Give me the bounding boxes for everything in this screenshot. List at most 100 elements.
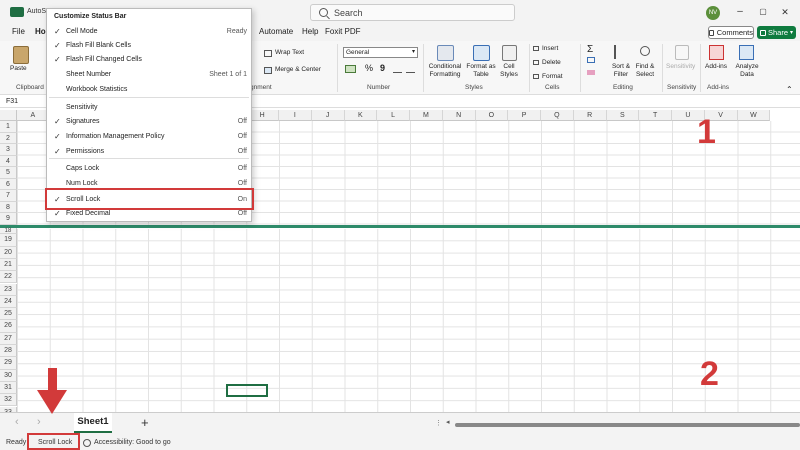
- menu-item[interactable]: ✓ Signatures Off: [47, 115, 251, 128]
- column-header[interactable]: S: [606, 110, 640, 121]
- name-box[interactable]: F31: [6, 98, 18, 105]
- scroll-lock-highlight-box: [45, 188, 254, 210]
- autosum-icon[interactable]: Σ: [587, 44, 593, 55]
- menu-item[interactable]: ✓ Flash Fill Blank Cells: [47, 39, 251, 52]
- share-button[interactable]: Share ▾: [757, 26, 796, 39]
- menu-item[interactable]: Sensitivity: [47, 101, 251, 114]
- wrap-text-button[interactable]: Wrap Text: [275, 49, 304, 57]
- add-ins-button[interactable]: Add-ins: [705, 63, 727, 71]
- tab-foxit-pdf[interactable]: Foxit PDF: [325, 27, 361, 36]
- row-header[interactable]: 19: [0, 234, 17, 247]
- row-header[interactable]: 8: [0, 201, 17, 213]
- fill-icon[interactable]: [587, 57, 595, 63]
- search-input[interactable]: Search: [310, 4, 515, 21]
- prev-sheet-icon[interactable]: ‹: [15, 416, 19, 428]
- row-header[interactable]: 22: [0, 271, 17, 284]
- column-header[interactable]: O: [475, 110, 509, 121]
- menu-item[interactable]: ✓ Permissions Off: [47, 145, 251, 158]
- scroll-left-icon[interactable]: ◂: [446, 418, 450, 426]
- column-header[interactable]: Q: [541, 110, 574, 121]
- row-header[interactable]: 28: [0, 345, 17, 358]
- tab-home[interactable]: Ho: [35, 27, 46, 36]
- row-header[interactable]: 29: [0, 357, 17, 370]
- tab-options-icon[interactable]: ⋮: [435, 419, 442, 427]
- select-all-corner[interactable]: [0, 110, 17, 121]
- conditional-formatting-button[interactable]: Conditional Formatting: [426, 63, 464, 79]
- row-header[interactable]: 18: [0, 228, 17, 234]
- currency-icon[interactable]: [345, 65, 356, 73]
- row-header[interactable]: 6: [0, 178, 17, 190]
- column-header[interactable]: A: [17, 110, 50, 121]
- percent-icon[interactable]: %: [365, 63, 373, 73]
- menu-item[interactable]: Sheet Number Sheet 1 of 1: [47, 68, 251, 81]
- number-format-select[interactable]: General ▾: [343, 47, 418, 58]
- insert-button[interactable]: Insert: [542, 45, 558, 53]
- column-header[interactable]: J: [311, 110, 345, 121]
- column-header[interactable]: W: [737, 110, 771, 121]
- row-header[interactable]: 1: [0, 121, 17, 133]
- column-header[interactable]: P: [508, 110, 541, 121]
- tab-automate[interactable]: Automate: [259, 27, 293, 36]
- minimize-button[interactable]: –: [733, 5, 747, 19]
- freeze-pane-divider[interactable]: [0, 225, 800, 228]
- add-sheet-button[interactable]: +: [141, 415, 149, 430]
- horizontal-scrollbar[interactable]: [455, 423, 800, 427]
- row-header[interactable]: 27: [0, 332, 17, 345]
- increase-decimal-icon[interactable]: [393, 65, 402, 73]
- row-header[interactable]: 23: [0, 283, 17, 296]
- grid-scroll-pane[interactable]: [17, 229, 800, 412]
- menu-item[interactable]: ✓ Cell Mode Ready: [47, 25, 251, 38]
- analyze-data-button[interactable]: Analyze Data: [733, 63, 761, 79]
- column-header[interactable]: M: [410, 110, 443, 121]
- row-header[interactable]: 2: [0, 132, 17, 144]
- row-header[interactable]: 4: [0, 155, 17, 167]
- row-header[interactable]: 32: [0, 394, 17, 407]
- menu-item[interactable]: Caps Lock Off: [47, 162, 251, 175]
- column-header[interactable]: L: [377, 110, 410, 121]
- next-sheet-icon[interactable]: ›: [37, 416, 41, 428]
- delete-button[interactable]: Delete: [542, 59, 561, 67]
- red-arrow-icon: [48, 368, 57, 392]
- menu-item[interactable]: ✓ Information Management Policy Off: [47, 130, 251, 143]
- tab-help[interactable]: Help: [302, 27, 318, 36]
- column-header[interactable]: R: [573, 110, 607, 121]
- row-header[interactable]: 3: [0, 144, 17, 156]
- column-header[interactable]: T: [639, 110, 672, 121]
- paste-label[interactable]: Paste: [10, 65, 27, 73]
- close-button[interactable]: ✕: [778, 5, 792, 19]
- paste-icon[interactable]: [13, 46, 29, 64]
- maximize-button[interactable]: ▢: [756, 5, 770, 19]
- format-as-table-button[interactable]: Format as Table: [465, 63, 497, 79]
- merge-center-button[interactable]: Merge & Center: [275, 66, 321, 74]
- avatar[interactable]: NV: [706, 6, 720, 20]
- row-header[interactable]: 7: [0, 190, 17, 202]
- menu-item[interactable]: Workbook Statistics: [47, 83, 251, 96]
- status-accessibility[interactable]: Accessibility: Good to go: [94, 439, 171, 446]
- format-button[interactable]: Format: [542, 73, 563, 81]
- find-select-button[interactable]: Find & Select: [632, 63, 658, 79]
- cell-styles-button[interactable]: Cell Styles: [496, 63, 522, 79]
- row-header[interactable]: 21: [0, 258, 17, 272]
- row-header[interactable]: 30: [0, 369, 17, 382]
- comma-style-icon[interactable]: 9: [380, 63, 385, 73]
- row-header[interactable]: 31: [0, 381, 17, 395]
- decrease-decimal-icon[interactable]: [406, 65, 415, 73]
- sensitivity-button[interactable]: Sensitivity: [666, 63, 695, 71]
- selected-cell[interactable]: [226, 384, 268, 397]
- row-header[interactable]: 20: [0, 246, 17, 259]
- tab-sheet1[interactable]: Sheet1: [74, 413, 112, 433]
- comments-button[interactable]: Comments: [708, 26, 754, 39]
- column-header[interactable]: N: [442, 110, 476, 121]
- row-header[interactable]: 25: [0, 308, 17, 321]
- row-header[interactable]: 5: [0, 167, 17, 179]
- tab-file[interactable]: File: [12, 27, 25, 36]
- sort-filter-button[interactable]: Sort & Filter: [608, 63, 634, 79]
- row-header[interactable]: 26: [0, 320, 17, 333]
- collapse-ribbon-icon[interactable]: ⌃: [786, 85, 793, 94]
- column-header[interactable]: I: [279, 110, 312, 121]
- row-header[interactable]: 24: [0, 295, 17, 309]
- menu-item[interactable]: ✓ Flash Fill Changed Cells: [47, 53, 251, 66]
- clear-icon[interactable]: [587, 70, 595, 75]
- row-header[interactable]: 9: [0, 213, 17, 225]
- column-header[interactable]: K: [344, 110, 378, 121]
